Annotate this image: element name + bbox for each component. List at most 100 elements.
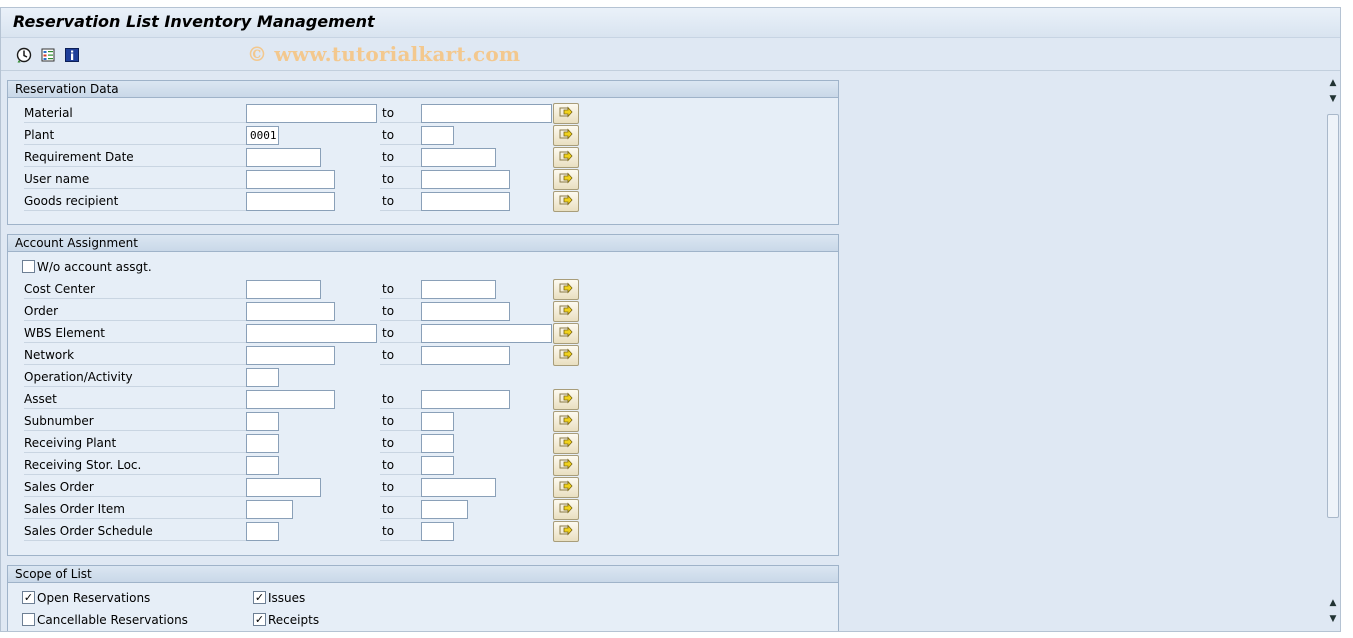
multiple-selection-button[interactable] bbox=[553, 433, 579, 454]
field-label: Cost Center bbox=[24, 279, 246, 299]
vertical-scrollbar[interactable]: ▲ ▼ ▲ ▼ bbox=[1324, 72, 1340, 631]
group-header-scope: Scope of List bbox=[8, 566, 838, 583]
multiple-selection-button[interactable] bbox=[553, 455, 579, 476]
multiple-selection-button[interactable] bbox=[553, 125, 579, 146]
receipts-checkbox[interactable]: ✓ bbox=[253, 613, 266, 626]
multiple-selection-button[interactable] bbox=[553, 345, 579, 366]
multiple-selection-button[interactable] bbox=[553, 499, 579, 520]
page-title: Reservation List Inventory Management bbox=[13, 12, 375, 31]
plant-to-input[interactable] bbox=[421, 126, 454, 145]
multiple-selection-button[interactable] bbox=[553, 521, 579, 542]
requirement-date-from-input[interactable] bbox=[246, 148, 321, 167]
multiple-selection-button[interactable] bbox=[553, 191, 579, 212]
multiple-selection-button[interactable] bbox=[553, 147, 579, 168]
receiving-plant-to-input[interactable] bbox=[421, 434, 454, 453]
asset-from-input[interactable] bbox=[246, 390, 335, 409]
row-operation-activity: Operation/Activity bbox=[8, 367, 838, 389]
arrow-right-icon bbox=[559, 436, 573, 451]
multiple-selection-button[interactable] bbox=[553, 169, 579, 190]
scroll-up-icon[interactable]: ▼ bbox=[1328, 94, 1338, 104]
execute-icon[interactable] bbox=[15, 46, 33, 64]
receiving-stor-loc-from-input[interactable] bbox=[246, 456, 279, 475]
wbs-element-from-input[interactable] bbox=[246, 324, 377, 343]
issues-label: Issues bbox=[268, 591, 306, 605]
multiple-selection-button[interactable] bbox=[553, 477, 579, 498]
scroll-page-up-icon[interactable]: ▲ bbox=[1328, 78, 1338, 88]
wbs-element-to-input[interactable] bbox=[421, 324, 552, 343]
multiple-selection-button[interactable] bbox=[553, 411, 579, 432]
field-label: Subnumber bbox=[24, 411, 246, 431]
sales-order-item-from-input[interactable] bbox=[246, 500, 293, 519]
issues-checkbox[interactable]: ✓ bbox=[253, 591, 266, 604]
network-to-input[interactable] bbox=[421, 346, 510, 365]
multiple-selection-button[interactable] bbox=[553, 323, 579, 344]
material-from-input[interactable] bbox=[246, 104, 377, 123]
to-label: to bbox=[380, 125, 424, 145]
plant-from-input[interactable]: 0001 bbox=[246, 126, 279, 145]
material-to-input[interactable] bbox=[421, 104, 552, 123]
cost-center-to-input[interactable] bbox=[421, 280, 496, 299]
cancellable-reservations-checkbox[interactable] bbox=[22, 613, 35, 626]
sales-order-from-input[interactable] bbox=[246, 478, 321, 497]
arrow-right-icon bbox=[559, 106, 573, 121]
row-order: Order to bbox=[8, 301, 838, 323]
arrow-right-icon bbox=[559, 480, 573, 495]
row-wbs-element: WBS Element to bbox=[8, 323, 838, 345]
sales-order-schedule-from-input[interactable] bbox=[246, 522, 279, 541]
operation-activity-input[interactable] bbox=[246, 368, 279, 387]
user-name-from-input[interactable] bbox=[246, 170, 335, 189]
multiple-selection-button[interactable] bbox=[553, 389, 579, 410]
open-reservations-checkbox[interactable]: ✓ bbox=[22, 591, 35, 604]
cost-center-from-input[interactable] bbox=[246, 280, 321, 299]
field-label: Goods recipient bbox=[24, 191, 246, 211]
watermark: © www.tutorialkart.com bbox=[247, 42, 521, 66]
scroll-down-icon[interactable]: ▲ bbox=[1328, 598, 1338, 608]
wo-account-checkbox[interactable] bbox=[22, 260, 35, 273]
goods-recipient-to-input[interactable] bbox=[421, 192, 510, 211]
order-to-input[interactable] bbox=[421, 302, 510, 321]
subnumber-from-input[interactable] bbox=[246, 412, 279, 431]
receiving-stor-loc-to-input[interactable] bbox=[421, 456, 454, 475]
row-plant: Plant 0001 to bbox=[8, 125, 838, 147]
receipts-label: Receipts bbox=[268, 613, 320, 627]
row-goods-recipient: Goods recipient to bbox=[8, 191, 838, 213]
order-from-input[interactable] bbox=[246, 302, 335, 321]
arrow-right-icon bbox=[559, 282, 573, 297]
multiple-selection-button[interactable] bbox=[553, 279, 579, 300]
arrow-right-icon bbox=[559, 172, 573, 187]
application-toolbar: © www.tutorialkart.com bbox=[1, 39, 1340, 71]
sales-order-item-to-input[interactable] bbox=[421, 500, 468, 519]
info-icon[interactable] bbox=[63, 46, 81, 64]
goods-recipient-from-input[interactable] bbox=[246, 192, 335, 211]
asset-to-input[interactable] bbox=[421, 390, 510, 409]
to-label: to bbox=[380, 499, 424, 519]
requirement-date-to-input[interactable] bbox=[421, 148, 496, 167]
scroll-page-down-icon[interactable]: ▼ bbox=[1328, 614, 1338, 624]
selection-options-icon[interactable] bbox=[39, 46, 57, 64]
network-from-input[interactable] bbox=[246, 346, 335, 365]
to-label: to bbox=[380, 301, 424, 321]
subnumber-to-input[interactable] bbox=[421, 412, 454, 431]
to-label: to bbox=[380, 433, 424, 453]
row-sales-order-item: Sales Order Item to bbox=[8, 499, 838, 521]
arrow-right-icon bbox=[559, 458, 573, 473]
user-name-to-input[interactable] bbox=[421, 170, 510, 189]
arrow-right-icon bbox=[559, 392, 573, 407]
selection-screen: Reservation Data Material to Plant 0001 … bbox=[1, 72, 1323, 631]
sales-order-to-input[interactable] bbox=[421, 478, 496, 497]
to-label: to bbox=[380, 345, 424, 365]
multiple-selection-button[interactable] bbox=[553, 301, 579, 322]
arrow-right-icon bbox=[559, 524, 573, 539]
to-label: to bbox=[380, 191, 424, 211]
multiple-selection-button[interactable] bbox=[553, 103, 579, 124]
scroll-thumb[interactable] bbox=[1327, 114, 1339, 518]
to-label: to bbox=[380, 389, 424, 409]
receiving-plant-from-input[interactable] bbox=[246, 434, 279, 453]
group-account-assignment: Account Assignment W/o account assgt. Co… bbox=[7, 234, 839, 556]
field-label: User name bbox=[24, 169, 246, 189]
status-bar bbox=[0, 632, 1353, 638]
row-material: Material to bbox=[8, 103, 838, 125]
field-label: Requirement Date bbox=[24, 147, 246, 167]
sales-order-schedule-to-input[interactable] bbox=[421, 522, 454, 541]
row-cost-center: Cost Center to bbox=[8, 279, 838, 301]
